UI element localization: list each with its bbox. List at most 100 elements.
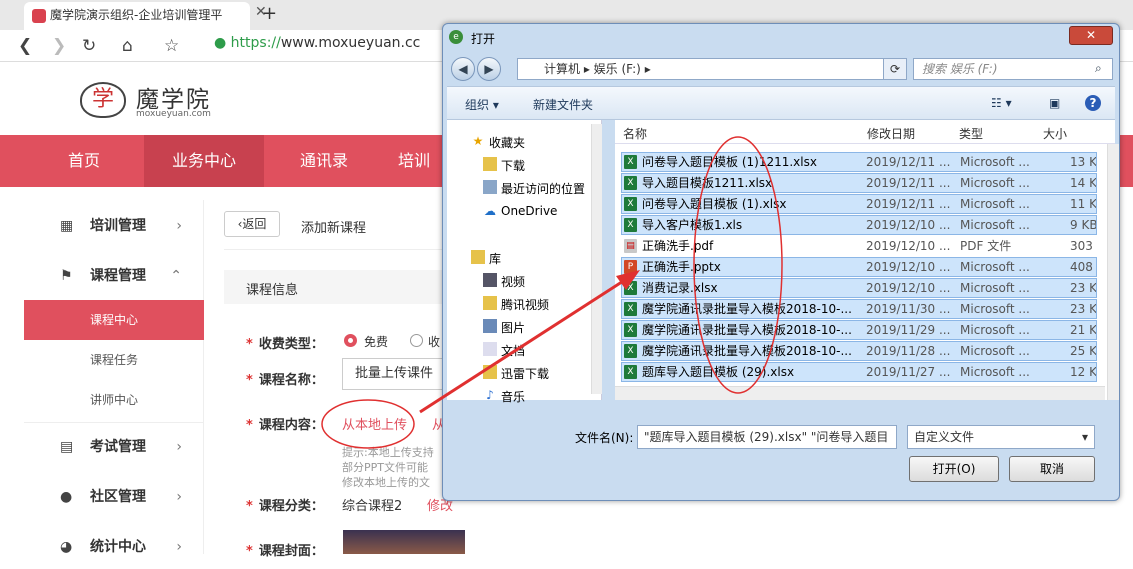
nav-home[interactable]: 首页 (24, 135, 144, 187)
file-row[interactable]: X 导入题目模板1211.xlsx 2019/12/11 ... Microsoft … (621, 173, 1097, 193)
bookmark-star-icon[interactable]: ☆ (164, 36, 179, 56)
url-host: www.moxueyuan.cc (280, 35, 421, 51)
upload-local-link[interactable]: 从本地上传 (342, 414, 407, 433)
sidebar-item-community[interactable]: ● 社区管理 › (24, 475, 204, 519)
nav-tencent-video-label: 腾讯视频 (501, 298, 550, 312)
sidebar-item-stats[interactable]: ◕ 统计中心 › (24, 525, 204, 569)
sidebar-subitem-course-task[interactable]: 课程任务 (24, 340, 204, 380)
new-tab-button[interactable]: + (262, 3, 277, 24)
pie-icon: ◕ (60, 539, 73, 555)
nav-pictures[interactable]: 图片 (483, 319, 526, 336)
path-breadcrumb[interactable]: 计算机 ▸ 娱乐 (F:) ▸ (517, 58, 907, 80)
filetype-select[interactable]: 自定义文件 ▾ (907, 425, 1095, 449)
forward-arrow-icon[interactable]: ❯ (52, 36, 66, 56)
reload-icon[interactable]: ↻ (82, 36, 96, 56)
nav-thunder-downloads-label: 迅雷下载 (501, 367, 550, 381)
file-type: Microsoft ... (960, 218, 1030, 232)
file-date: 2019/12/10 ... (866, 260, 951, 274)
file-row[interactable]: X 问卷导入题目模板 (1).xlsx 2019/12/11 ... Microsof… (621, 194, 1097, 214)
nav-onedrive-label: OneDrive (501, 204, 558, 218)
back-arrow-icon[interactable]: ❮ (18, 36, 32, 56)
nav-onedrive[interactable]: ☁ OneDrive (484, 204, 558, 218)
file-row[interactable]: X 消费记录.xlsx 2019/12/10 ... Microsoft ... 23 … (621, 278, 1097, 298)
back-button[interactable]: ‹返回 (224, 211, 280, 237)
file-list-scrollbar[interactable] (1107, 144, 1119, 400)
file-type: Microsoft ... (960, 323, 1030, 337)
cover-image[interactable] (343, 530, 465, 554)
nav-business-center[interactable]: 业务中心 (144, 135, 264, 187)
nav-videos[interactable]: 视频 (483, 273, 526, 290)
browser-tab[interactable]: 魔学院演示组织-企业培训管理平 (24, 2, 250, 30)
refresh-icon[interactable]: ⟳ (883, 58, 907, 80)
filename-label: 文件名(N): (575, 431, 634, 445)
nav-library[interactable]: 库 (471, 250, 501, 267)
column-name[interactable]: 名称 (623, 125, 647, 142)
breadcrumb-computer[interactable]: 计算机 (544, 62, 580, 76)
nav-music-label: 音乐 (501, 390, 526, 404)
file-row[interactable]: X 题库导入题目模板 (29).xlsx 2019/11/27 ... Microso… (621, 362, 1097, 382)
file-type: Microsoft ... (960, 176, 1030, 190)
site-logo[interactable]: 学 魔学院 moxueyuan.com (80, 78, 240, 122)
nav-tencent-video[interactable]: 腾讯视频 (483, 296, 550, 313)
radio-free-label: 免费 (364, 335, 389, 349)
url-field[interactable]: ● https://www.moxueyuan.cc (214, 35, 474, 57)
file-name: 消费记录.xlsx (642, 281, 718, 295)
search-input[interactable]: 搜索 娱乐 (F:) (913, 58, 1113, 80)
preview-pane-icon[interactable]: ▣ (1049, 96, 1060, 110)
open-button[interactable]: 打开(O) (909, 456, 999, 482)
nav-contacts[interactable]: 通讯录 (264, 135, 384, 187)
cover-label-text: 课程封面： (258, 544, 324, 559)
radio-free[interactable] (344, 334, 357, 347)
sidebar-subitem-lecturer[interactable]: 讲师中心 (24, 380, 204, 420)
file-row[interactable]: ▤ 正确洗手.pdf 2019/12/10 ... PDF 文件 303 KB (621, 236, 1097, 256)
nav-favorites[interactable]: ★ 收藏夹 (473, 134, 525, 151)
chevron-right-icon: › (176, 218, 182, 234)
nav-scrollbar[interactable] (591, 124, 602, 394)
category-label: * 课程分类： (246, 499, 324, 514)
sidebar-subitem-course-center[interactable]: 课程中心 (24, 300, 204, 340)
back-arrow-icon[interactable]: ◀ (451, 57, 475, 81)
organize-button[interactable]: 组织 ▾ (465, 96, 499, 113)
column-size[interactable]: 大小 (1043, 125, 1067, 142)
file-size: 12 KB (1070, 365, 1097, 379)
secure-lock-icon: ● (214, 35, 227, 51)
forward-arrow-icon[interactable]: ▶ (477, 57, 501, 81)
nav-pictures-label: 图片 (501, 321, 526, 335)
file-row[interactable]: X 魔学院通讯录批量导入模板2018-10-... 2019/11/29 ... Mi… (621, 320, 1097, 340)
help-icon[interactable]: ? (1085, 95, 1101, 111)
file-row[interactable]: X 魔学院通讯录批量导入模板2018-10-... 2019/11/30 ... Mi… (621, 299, 1097, 319)
new-folder-button[interactable]: 新建文件夹 (533, 96, 593, 113)
sidebar-item-exam[interactable]: ▤ 考试管理 › (24, 425, 204, 469)
breadcrumb-drive[interactable]: 娱乐 (F:) (594, 62, 641, 76)
home-icon[interactable]: ⌂ (122, 36, 133, 56)
sidebar-item-course[interactable]: ⚑ 课程管理 ⌃ (24, 254, 204, 298)
folder-icon (483, 365, 497, 379)
radio-paid[interactable] (410, 334, 423, 347)
column-date[interactable]: 修改日期 (867, 125, 915, 142)
file-date: 2019/12/10 ... (866, 218, 951, 232)
filename-input[interactable]: "题库导入题目模板 (29).xlsx" "问卷导入题目 (637, 425, 897, 449)
file-list-horizontal-scrollbar[interactable] (615, 386, 1105, 400)
nav-videos-label: 视频 (501, 275, 526, 289)
nav-downloads[interactable]: 下载 (483, 157, 525, 174)
nav-documents[interactable]: 文档 (483, 342, 525, 359)
nav-training[interactable]: 培训 (384, 135, 444, 187)
dialog-close-button[interactable]: ✕ (1069, 26, 1113, 45)
music-icon: ♪ (486, 388, 494, 402)
sidebar-item-training[interactable]: ▦ 培训管理 › (24, 204, 204, 248)
cover-label: * 课程封面： (246, 544, 324, 559)
url-scheme: https:// (230, 35, 281, 51)
nav-recent[interactable]: 最近访问的位置 (483, 180, 585, 197)
file-row[interactable]: X 问卷导入题目模板 (1)1211.xlsx 2019/12/11 ... Micr… (621, 152, 1097, 172)
file-size: 303 KB (1070, 239, 1096, 253)
view-options-icon[interactable]: ☷ ▾ (991, 96, 1012, 110)
column-type[interactable]: 类型 (959, 125, 983, 142)
file-row[interactable]: P 正确洗手.pptx 2019/12/10 ... Microsoft ... 408… (621, 257, 1097, 277)
tab-title: 魔学院演示组织-企业培训管理平 (50, 8, 223, 22)
file-name: 题库导入题目模板 (29).xlsx (642, 365, 795, 379)
cancel-button[interactable]: 取消 (1009, 456, 1095, 482)
nav-thunder-downloads[interactable]: 迅雷下载 (483, 365, 550, 382)
file-row[interactable]: X 导入客户模板1.xls 2019/12/10 ... Microsoft ... 9… (621, 215, 1097, 235)
file-row[interactable]: X 魔学院通讯录批量导入模板2018-10-... 2019/11/28 ... Mi… (621, 341, 1097, 361)
nav-music[interactable]: ♪ 音乐 (486, 388, 526, 405)
